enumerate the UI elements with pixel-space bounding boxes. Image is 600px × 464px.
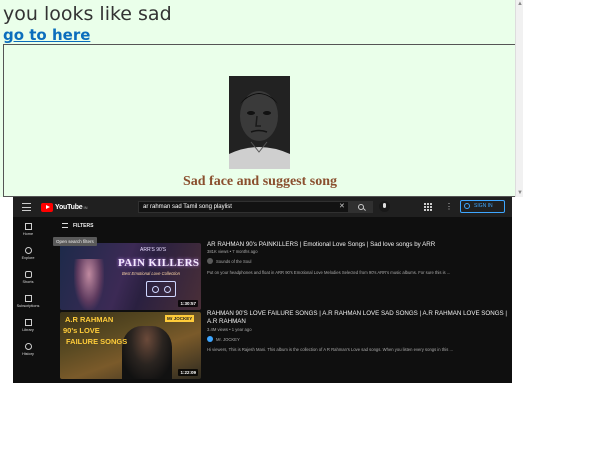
filters-label: FILTERS: [73, 223, 94, 229]
video-thumbnail[interactable]: A.R RAHMAN 90's LOVE FAILURE SONGS Mr JO…: [60, 312, 201, 379]
library-icon: [24, 319, 32, 326]
more-options-icon[interactable]: ⋮: [445, 202, 453, 212]
filter-icon: [62, 223, 68, 229]
thumbnail-title-text: FAILURE SONGS: [66, 337, 128, 346]
sidebar-item-label: Shorts: [22, 280, 34, 284]
youtube-sidebar: Home Explore Shorts Subscriptions Librar…: [13, 217, 43, 383]
video-result[interactable]: A.R RAHMAN 90's LOVE FAILURE SONGS Mr JO…: [60, 310, 510, 379]
youtube-region-code: IN: [83, 204, 88, 210]
face-photo: [229, 76, 290, 169]
video-meta: 3.4M views • 1 year ago: [207, 327, 252, 332]
video-duration: 1:22:09: [178, 369, 198, 376]
sidebar-item-home[interactable]: Home: [13, 223, 43, 236]
sidebar-item-label: Home: [22, 232, 34, 236]
sidebar-item-library[interactable]: Library: [13, 319, 43, 332]
video-meta: 381K views • 7 months ago: [207, 249, 258, 254]
scroll-down-arrow-icon[interactable]: ▼: [516, 189, 523, 197]
shorts-icon: [24, 271, 32, 278]
video-result[interactable]: ARR'S 90'S PAIN KILLERS Best Emotional L…: [60, 241, 510, 310]
video-thumbnail[interactable]: ARR'S 90'S PAIN KILLERS Best Emotional L…: [60, 243, 201, 310]
video-description: Hi viewers, This is Rajesh Mani. This al…: [207, 347, 453, 352]
hamburger-menu-icon[interactable]: [22, 203, 31, 211]
thumbnail-figure: [122, 326, 172, 379]
go-to-here-link[interactable]: go to here: [3, 26, 90, 44]
channel-avatar: [207, 336, 213, 342]
search-input[interactable]: ar rahman sad Tamil song playlist: [138, 201, 349, 213]
apps-grid-icon[interactable]: [424, 203, 432, 211]
filters-button[interactable]: FILTERS: [62, 223, 93, 233]
sign-in-label: SIGN IN: [474, 203, 493, 209]
youtube-window: YouTube IN ar rahman sad Tamil song play…: [13, 197, 512, 383]
video-duration: 1:30:57: [178, 300, 198, 307]
filters-tooltip: Open search filters: [53, 237, 97, 246]
clear-search-icon[interactable]: ✕: [339, 202, 345, 212]
search-button[interactable]: [349, 201, 373, 213]
subscriptions-icon: [24, 295, 32, 302]
sidebar-item-explore[interactable]: Explore: [13, 247, 43, 260]
page-scrollbar[interactable]: ▲ ▼: [515, 0, 523, 197]
mood-headline: you looks like sad: [3, 3, 172, 25]
channel-link[interactable]: Sounds of the Soul: [207, 258, 251, 264]
sidebar-item-subscriptions[interactable]: Subscriptions: [13, 295, 43, 308]
thumbnail-figure: [74, 259, 104, 310]
channel-link[interactable]: Mr. JOCKEY: [207, 336, 240, 342]
thumbnail-title-text: A.R RAHMAN: [65, 315, 114, 324]
sidebar-item-label: Library: [22, 328, 34, 332]
face-caption: Sad face and suggest song: [182, 174, 338, 189]
thumbnail-channel-tag: Mr JOCKEY: [165, 315, 195, 322]
sign-in-button[interactable]: SIGN IN: [460, 200, 505, 213]
cassette-icon: [146, 281, 176, 297]
sidebar-item-label: Subscriptions: [16, 304, 40, 308]
sidebar-item-history[interactable]: History: [13, 343, 43, 356]
sidebar-item-shorts[interactable]: Shorts: [13, 271, 43, 284]
sidebar-item-label: History: [22, 352, 34, 356]
face-detection-panel: Sad face and suggest song: [3, 44, 517, 197]
video-title[interactable]: AR RAHMAN 90's PAINKILLERS | Emotional L…: [207, 241, 507, 249]
explore-icon: [24, 247, 32, 254]
video-description: Put on your headphones and float in ARR …: [207, 270, 451, 275]
voice-search-mic-icon[interactable]: [379, 201, 390, 212]
video-title[interactable]: RAHMAN 90'S LOVE FAILURE SONGS | A.R RAH…: [207, 310, 507, 326]
channel-name: Sounds of the Soul: [216, 258, 252, 264]
history-icon: [24, 343, 32, 350]
youtube-logo-text: YouTube: [55, 203, 83, 211]
channel-avatar: [207, 258, 213, 264]
thumbnail-subtitle-text: Best Emotional Love Collection: [122, 271, 180, 276]
channel-name: Mr. JOCKEY: [216, 336, 240, 342]
youtube-topbar: YouTube IN ar rahman sad Tamil song play…: [13, 197, 512, 217]
sidebar-item-label: Explore: [21, 256, 35, 260]
thumbnail-top-text: ARR'S 90'S: [140, 247, 167, 253]
scroll-up-arrow-icon[interactable]: ▲: [516, 0, 523, 8]
youtube-logo[interactable]: YouTube IN: [41, 202, 88, 212]
search-icon: [358, 204, 364, 210]
youtube-play-logo-icon: [41, 202, 53, 212]
mood-web-page: you looks like sad go to here Sad face a…: [0, 0, 523, 197]
account-circle-icon: [464, 203, 470, 209]
thumbnail-title-text: 90's LOVE: [63, 326, 100, 335]
home-icon: [24, 223, 32, 230]
thumbnail-title-text: PAIN KILLERS: [118, 257, 200, 269]
